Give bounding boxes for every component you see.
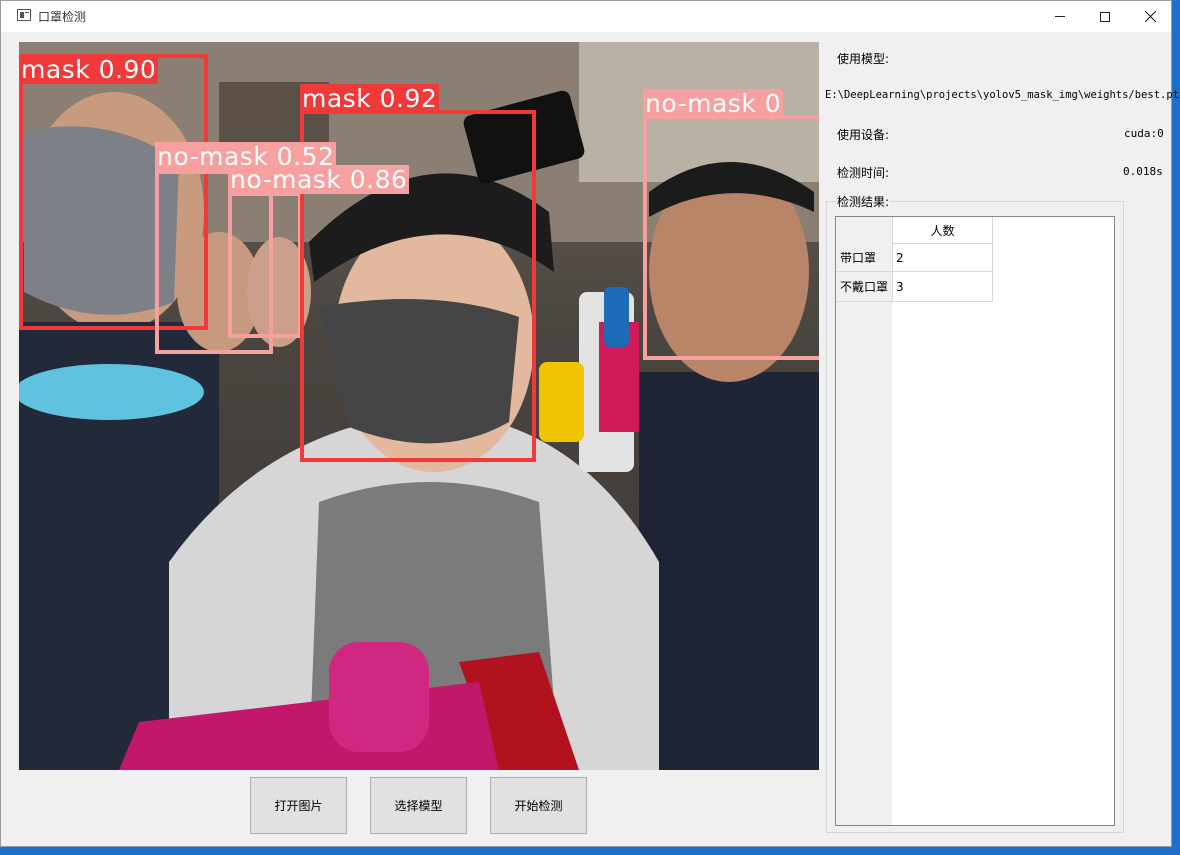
- column-header-count: 人数: [930, 223, 955, 238]
- grid-line: [836, 301, 992, 302]
- table-cell[interactable]: 3: [896, 272, 992, 301]
- results-table[interactable]: 人数 带口罩 2 不戴口罩 3: [835, 216, 1115, 826]
- detection-box-nomask-right: [643, 115, 819, 360]
- time-label: 检测时间:: [837, 166, 890, 180]
- detection-label: mask 0.92: [300, 84, 440, 113]
- detection-label: no-mask 0.86: [228, 165, 410, 194]
- time-value: 0.018s: [1123, 165, 1163, 178]
- app-icon: [17, 9, 31, 21]
- window-title: 口罩检测: [38, 10, 87, 24]
- open-image-button[interactable]: 打开图片: [250, 777, 347, 834]
- maximize-icon: [1100, 11, 1110, 22]
- model-path: E:\DeepLearning\projects\yolov5_mask_img…: [825, 89, 1180, 101]
- maximize-button[interactable]: [1082, 1, 1128, 32]
- detection-image: mask 0.90 no-mask 0.52 no-mask 0.86 mask…: [19, 42, 819, 770]
- model-label: 使用模型:: [837, 52, 890, 66]
- title-bar[interactable]: 口罩检测: [1, 1, 1171, 32]
- device-label: 使用设备:: [837, 128, 890, 142]
- row-header-column: [836, 217, 892, 825]
- grid-line: [992, 217, 993, 302]
- close-button[interactable]: [1127, 1, 1173, 32]
- start-detect-button[interactable]: 开始检测: [490, 777, 587, 834]
- row-header: 不戴口罩: [840, 280, 889, 294]
- results-group-title: 检测结果:: [836, 193, 891, 210]
- detection-label: mask 0.90: [19, 55, 159, 84]
- table-cell[interactable]: 2: [896, 244, 992, 271]
- minimize-button[interactable]: [1037, 1, 1083, 32]
- select-model-button[interactable]: 选择模型: [370, 777, 467, 834]
- row-header: 带口罩: [840, 251, 877, 265]
- close-icon: [1144, 11, 1156, 22]
- minimize-icon: [1055, 16, 1065, 17]
- detection-box-nomask-086: [228, 192, 302, 338]
- device-value: cuda:0: [1124, 127, 1164, 140]
- detection-label: no-mask 0: [643, 89, 784, 118]
